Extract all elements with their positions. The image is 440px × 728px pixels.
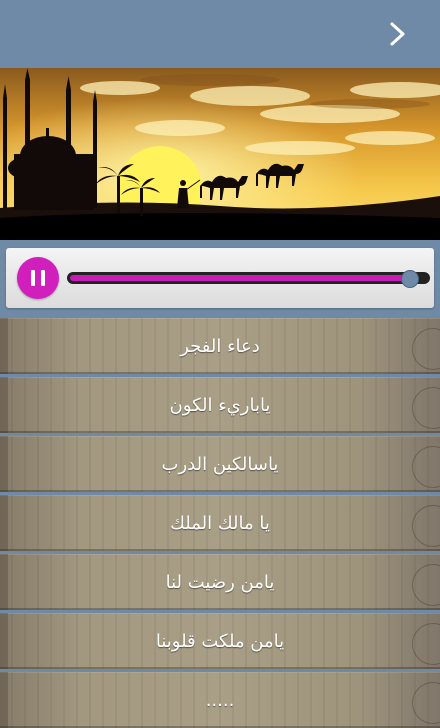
seek-bar-thumb[interactable] (401, 270, 420, 288)
list-item-title: يامن ملكت قلوبنا (155, 630, 285, 652)
audio-player-bar (0, 240, 440, 318)
list-item-title: يا مالك الملك (170, 512, 270, 534)
seek-bar[interactable] (67, 272, 430, 284)
seek-bar-progress (70, 275, 410, 281)
list-item[interactable]: يامن رضيت لنا (0, 554, 440, 610)
track-list: دعاء الفجر ياباريء الكون ياسالكين الدرب يا … (0, 318, 440, 728)
chevron-right-icon[interactable] (386, 20, 410, 48)
top-app-bar (0, 0, 440, 68)
list-item-title: ياباريء الكون (169, 394, 271, 416)
list-item[interactable]: ..... (0, 672, 440, 728)
pause-button[interactable] (17, 257, 59, 299)
pause-icon (31, 270, 35, 286)
list-item[interactable]: ياسالكين الدرب (0, 436, 440, 492)
list-item[interactable]: يامن ملكت قلوبنا (0, 613, 440, 669)
list-item[interactable]: ياباريء الكون (0, 377, 440, 433)
list-item[interactable]: يا مالك الملك (0, 495, 440, 551)
list-item-title: ..... (205, 689, 235, 711)
list-item[interactable]: دعاء الفجر (0, 318, 440, 374)
list-item-title: يامن رضيت لنا (165, 571, 275, 593)
list-item-title: ياسالكين الدرب (161, 453, 279, 475)
player-panel (6, 248, 434, 308)
list-item-title: دعاء الفجر (180, 335, 260, 357)
header-banner-image (0, 68, 440, 240)
